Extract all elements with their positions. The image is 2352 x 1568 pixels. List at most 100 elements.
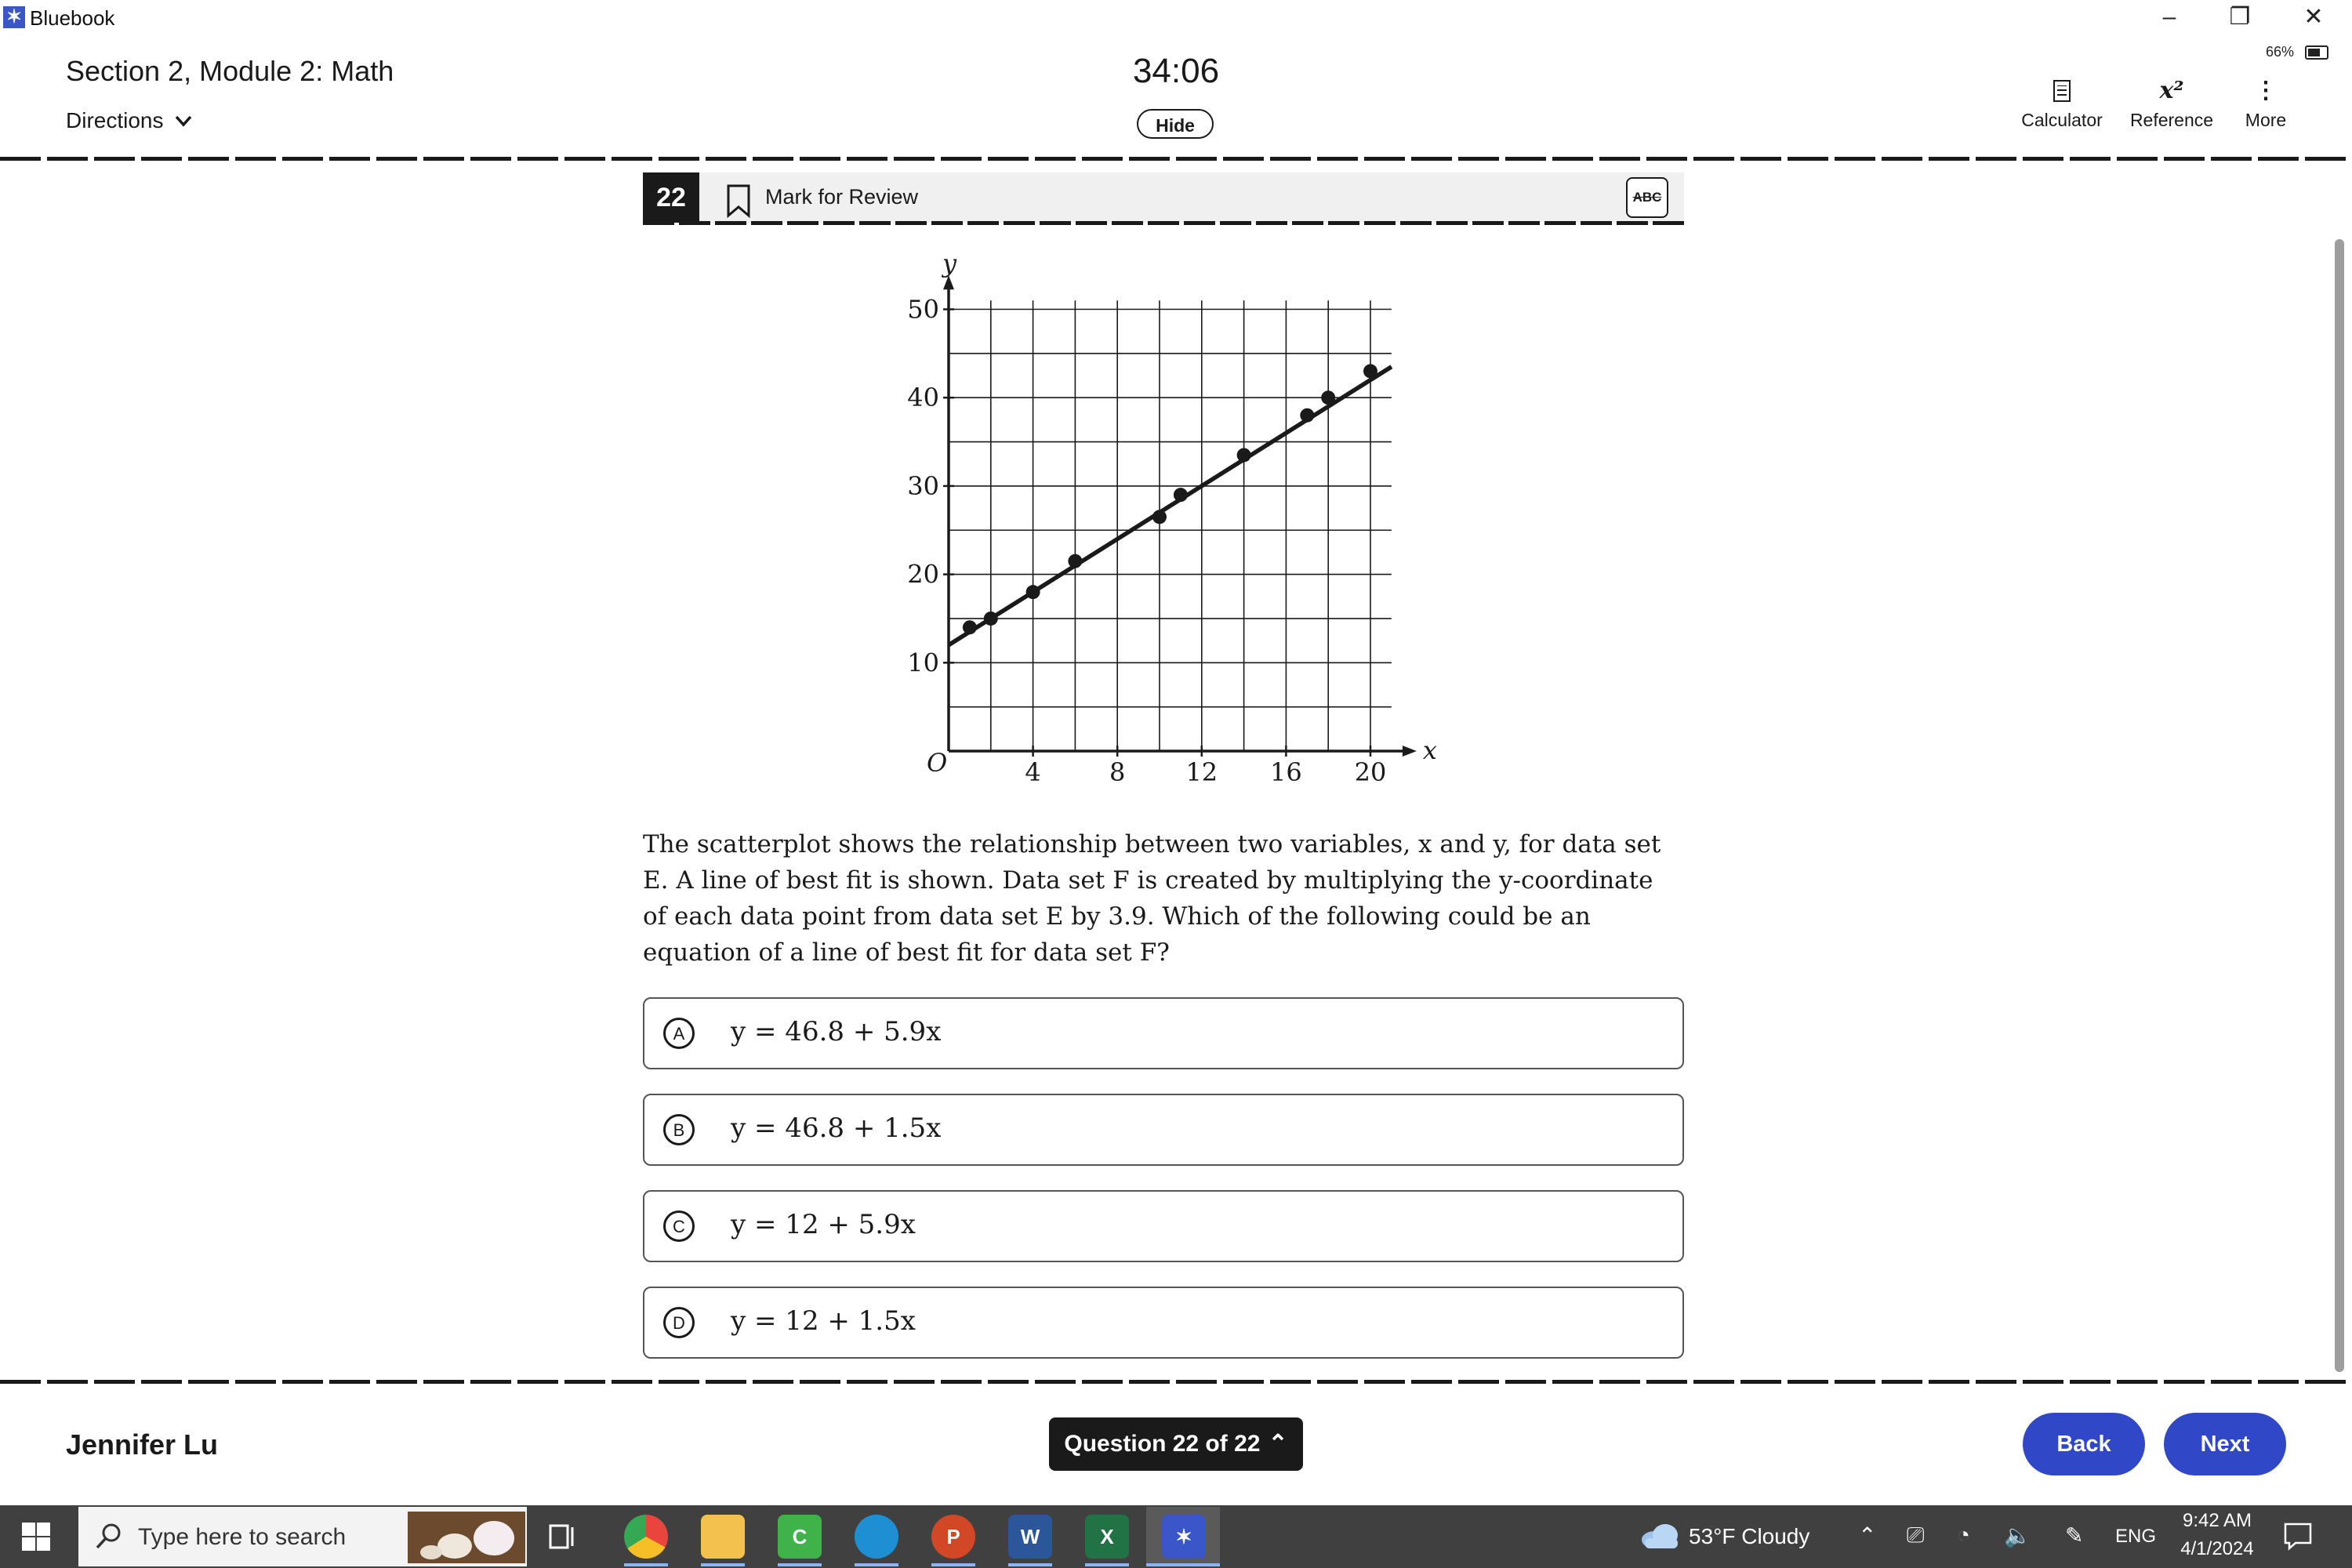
- data-point: [1236, 448, 1251, 463]
- cloud-icon: [1642, 1524, 1678, 1548]
- chevron-down-icon[interactable]: [172, 110, 194, 132]
- x-axis-label: x: [1423, 735, 1437, 765]
- timer: 34:06: [1132, 52, 1220, 90]
- chrome-icon[interactable]: [624, 1515, 668, 1559]
- choice-letter: C: [663, 1210, 695, 1242]
- choice-equation: y = 12 + 5.9x: [731, 1209, 916, 1240]
- header-divider: [0, 157, 2352, 161]
- reference-icon: x²: [2159, 77, 2184, 104]
- network-icon[interactable]: ◔: [1957, 1523, 1970, 1548]
- calculator-icon: [2007, 75, 2117, 110]
- x-tick-label: 8: [1109, 757, 1125, 787]
- bookmark-icon[interactable]: [724, 183, 753, 218]
- classroom-icon[interactable]: C: [778, 1515, 822, 1559]
- volume-icon[interactable]: 🔈: [2004, 1523, 2031, 1548]
- language-indicator[interactable]: ENG: [2115, 1526, 2156, 1548]
- choice-equation: y = 46.8 + 5.9x: [731, 1016, 942, 1047]
- calculator-label: Calculator: [2021, 110, 2103, 130]
- powerpoint-icon[interactable]: P: [931, 1515, 975, 1559]
- question-number: 22: [643, 172, 699, 223]
- best-fit-line: [947, 365, 1393, 648]
- answer-eliminator-button[interactable]: ABC: [1626, 177, 1668, 218]
- x-tick-label: 20: [1355, 757, 1387, 787]
- search-icon: [96, 1523, 121, 1549]
- excel-icon[interactable]: X: [1085, 1515, 1129, 1559]
- choice-letter: D: [663, 1307, 695, 1338]
- battery-level: 66%: [2266, 44, 2295, 60]
- data-point: [1321, 390, 1336, 405]
- x-tick-label: 12: [1185, 757, 1218, 787]
- answer-choice-b[interactable]: B y = 46.8 + 1.5x: [643, 1094, 1684, 1166]
- student-name: Jennifer Lu: [66, 1428, 219, 1461]
- chevron-up-icon: ⌃: [1268, 1431, 1288, 1457]
- answer-choice-c[interactable]: C y = 12 + 5.9x: [643, 1190, 1684, 1262]
- data-point: [1025, 585, 1040, 600]
- more-vertical-icon: ⋮: [2254, 78, 2278, 103]
- data-point: [983, 611, 998, 626]
- data-point: [1300, 408, 1315, 423]
- more-button[interactable]: ⋮ More: [2234, 75, 2297, 131]
- reference-button[interactable]: x² Reference: [2117, 75, 2227, 131]
- y-tick-label: 50: [907, 295, 939, 325]
- question-navigator-button[interactable]: Question 22 of 22 ⌃: [1049, 1417, 1303, 1471]
- clock-time[interactable]: 9:42 AM: [2170, 1510, 2264, 1532]
- meet-now-icon[interactable]: ⎚: [1907, 1523, 1924, 1548]
- more-label: More: [2245, 110, 2287, 130]
- mark-for-review-label[interactable]: Mark for Review: [765, 185, 918, 209]
- footer-divider: [0, 1380, 2352, 1384]
- question-header-divider: [643, 221, 1684, 225]
- directions-label: Directions: [66, 108, 164, 132]
- edge-icon[interactable]: [855, 1515, 898, 1559]
- notifications-icon[interactable]: [2283, 1521, 2313, 1551]
- chrome-running-indicator: [624, 1563, 668, 1566]
- y-tick-label: 40: [907, 383, 939, 412]
- windows-start-icon[interactable]: [22, 1523, 50, 1551]
- clock-date[interactable]: 4/1/2024: [2170, 1538, 2264, 1560]
- weather-text: 53°F Cloudy: [1689, 1524, 1810, 1548]
- restore-icon[interactable]: ❐: [2205, 2, 2275, 33]
- back-button[interactable]: Back: [2023, 1413, 2145, 1475]
- choice-equation: y = 12 + 1.5x: [731, 1305, 916, 1337]
- window-title-bar: ✶ Bluebook – ❐ ✕: [0, 0, 2352, 34]
- question-stem: The scatterplot shows the relationship b…: [643, 830, 1661, 967]
- choice-equation: y = 46.8 + 1.5x: [731, 1112, 942, 1144]
- bluebook-running-indicator: [1146, 1563, 1220, 1566]
- scatterplot: 4 8 12 16 20 10 20 30 40 50 x y O: [907, 259, 1437, 787]
- next-button[interactable]: Next: [2164, 1413, 2286, 1475]
- x-tick-label: 16: [1270, 757, 1302, 787]
- task-view-icon[interactable]: [546, 1519, 580, 1554]
- explorer-running-indicator: [701, 1563, 745, 1566]
- answer-choice-d[interactable]: D y = 12 + 1.5x: [643, 1287, 1684, 1359]
- excel-running-indicator: [1085, 1563, 1129, 1566]
- data-point: [1068, 554, 1083, 568]
- pen-icon[interactable]: ✎: [2065, 1523, 2083, 1548]
- chart-grid: [949, 300, 1392, 751]
- search-highlight-illustration-icon: [408, 1512, 525, 1563]
- data-point: [1173, 488, 1188, 503]
- show-hidden-icons-icon[interactable]: ⌃: [1858, 1523, 1876, 1548]
- word-icon[interactable]: W: [1008, 1515, 1052, 1559]
- bluebook-icon[interactable]: ✶: [1162, 1515, 1206, 1559]
- choice-letter: A: [663, 1018, 695, 1049]
- section-title: Section 2, Module 2: Math: [66, 55, 394, 87]
- data-points: [962, 364, 1377, 635]
- minimize-icon[interactable]: –: [2134, 2, 2205, 33]
- y-tick-label: 10: [907, 648, 939, 677]
- y-axis-label: y: [941, 259, 957, 278]
- search-placeholder: Type here to search: [138, 1524, 347, 1550]
- hide-timer-button[interactable]: Hide: [1137, 109, 1214, 139]
- reference-label: Reference: [2129, 110, 2214, 130]
- x-axis-arrow: [1402, 746, 1417, 757]
- scrollbar[interactable]: [2335, 239, 2344, 1372]
- close-icon[interactable]: ✕: [2278, 2, 2349, 33]
- chart-axes: [943, 275, 1417, 757]
- calculator-button[interactable]: Calculator: [2007, 75, 2117, 131]
- data-point: [1152, 510, 1167, 524]
- directions-toggle[interactable]: Directions: [66, 108, 163, 133]
- choice-letter: B: [663, 1114, 695, 1145]
- classroom-running-indicator: [778, 1563, 822, 1566]
- battery-icon: [2305, 45, 2328, 60]
- file-explorer-icon[interactable]: [701, 1515, 745, 1559]
- data-point: [1363, 364, 1377, 379]
- answer-choice-a[interactable]: A y = 46.8 + 5.9x: [643, 997, 1684, 1069]
